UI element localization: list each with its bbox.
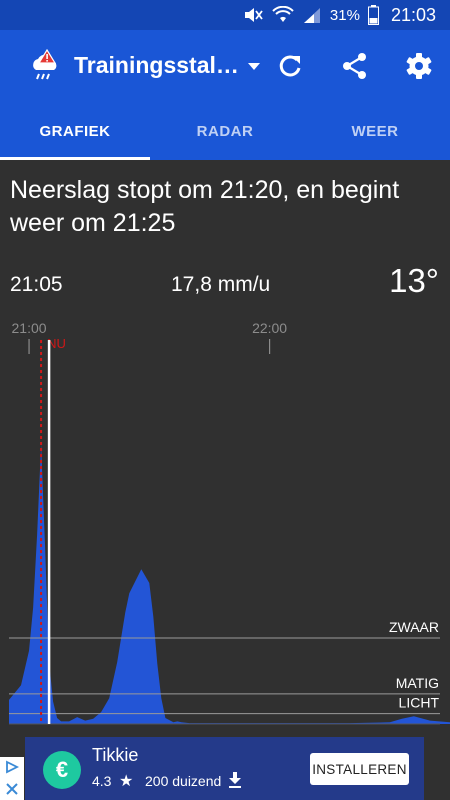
- status-bar: 31% 21:03: [0, 0, 450, 30]
- selected-time: 21:05: [10, 273, 63, 296]
- mute-icon: [242, 6, 264, 24]
- temperature: 13°: [389, 262, 439, 299]
- dropdown-icon[interactable]: [245, 58, 263, 74]
- tikkie-app-icon: €: [43, 751, 81, 789]
- tab-radar[interactable]: RADAR: [150, 102, 300, 160]
- tab-weer[interactable]: WEER: [300, 102, 450, 160]
- status-clock: 21:03: [390, 4, 436, 25]
- ad-content[interactable]: € Tikkie 4.3 ★ 200 duizend INSTALLEREN: [25, 737, 424, 800]
- precipitation-area: [9, 444, 450, 724]
- wifi-icon: [272, 6, 294, 24]
- battery-percent: 31%: [329, 6, 360, 24]
- precipitation-rate: 17,8 mm/u: [171, 273, 271, 296]
- intensity-label-licht: LICHT: [399, 695, 440, 711]
- tab-grafiek[interactable]: GRAFIEK: [0, 102, 150, 160]
- ad-rating: 4.3: [92, 773, 112, 789]
- time-tick-label: 21:00: [12, 320, 47, 336]
- location-title[interactable]: Trainingsstal…: [74, 52, 239, 79]
- ad-app-name: Tikkie: [92, 745, 139, 765]
- tab-bar: GRAFIEK RADAR WEER: [0, 102, 450, 160]
- ad-choices-strip: [0, 757, 24, 800]
- intensity-label-matig: MATIG: [396, 675, 439, 691]
- intensity-label-zwaar: ZWAAR: [389, 619, 439, 635]
- ad-downloads: 200 duizend: [145, 773, 222, 789]
- battery-icon: [367, 5, 379, 25]
- settings-icon[interactable]: [405, 52, 433, 80]
- app-bar: Trainingsstal…: [0, 30, 450, 102]
- adchoices-icon[interactable]: [0, 757, 24, 777]
- download-icon: [229, 772, 241, 788]
- precipitation-message: Neerslag stopt om 21:20, en begint weer …: [10, 176, 400, 237]
- weather-warning-logo-icon[interactable]: [30, 48, 62, 82]
- app-root: 31% 21:03 Trainingsstal… GRAFIEK RADAR W…: [0, 0, 450, 800]
- install-button[interactable]: INSTALLEREN: [310, 753, 409, 785]
- refresh-icon[interactable]: [276, 52, 304, 80]
- ad-banner[interactable]: € Tikkie 4.3 ★ 200 duizend INSTALLEREN: [0, 735, 450, 800]
- ad-close-icon[interactable]: [0, 779, 24, 799]
- signal-icon: [302, 6, 322, 24]
- precipitation-chart[interactable]: 21:00 22:00ZWAARMATIGLICHTNU: [0, 310, 450, 735]
- star-icon: ★: [119, 773, 134, 790]
- share-icon[interactable]: [341, 52, 369, 80]
- time-tick-label: 22:00: [252, 320, 287, 336]
